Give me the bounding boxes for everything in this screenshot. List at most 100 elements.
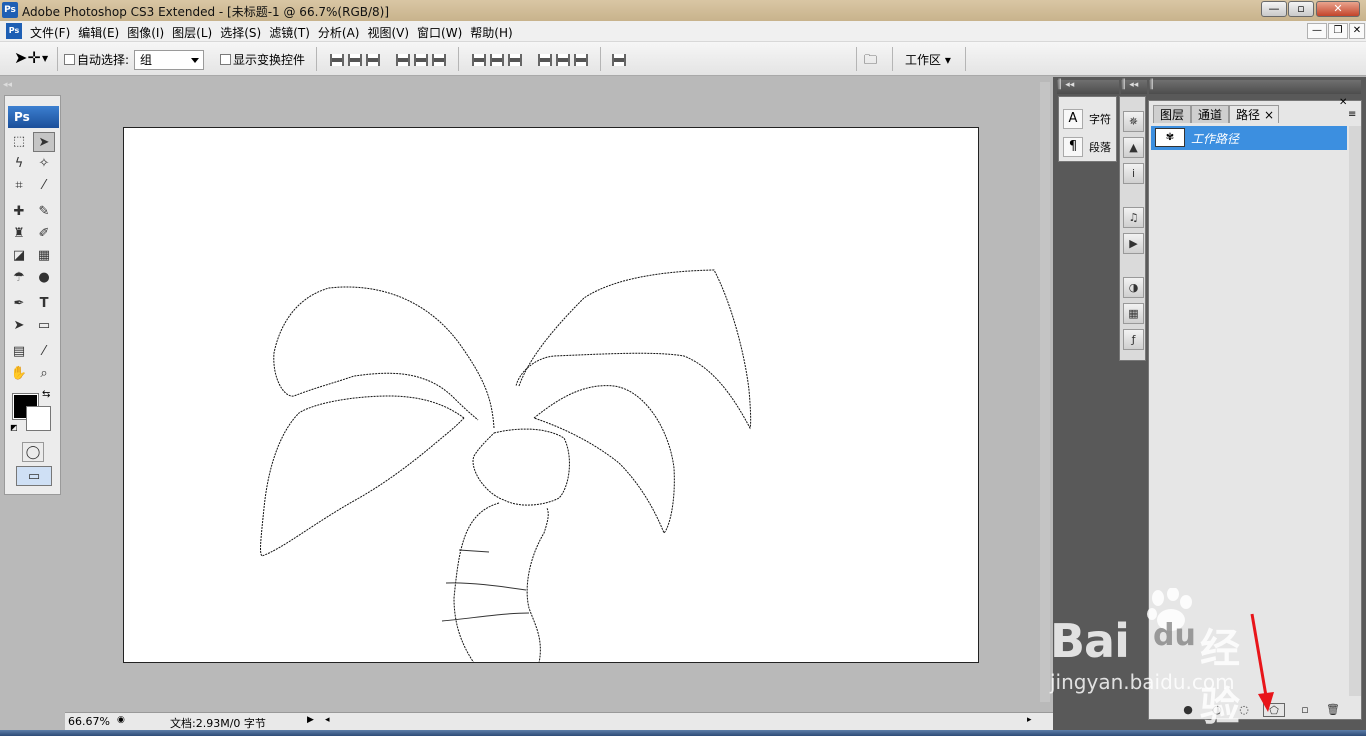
scroll-right-icon[interactable]: ▸: [1027, 715, 1032, 725]
notes-tool-icon[interactable]: ▤: [8, 342, 30, 362]
align-bottom-icon[interactable]: [366, 54, 380, 66]
slice-tool-icon[interactable]: ⁄: [33, 176, 55, 196]
histogram-icon[interactable]: ▲: [1123, 137, 1144, 158]
background-color-swatch[interactable]: [26, 406, 51, 431]
auto-select-checkbox[interactable]: [64, 54, 75, 65]
doc-minimize-button[interactable]: —: [1307, 23, 1327, 39]
align-right-icon[interactable]: [432, 54, 446, 66]
type-tool-icon[interactable]: T: [33, 294, 55, 314]
pen-tool-icon[interactable]: ✒: [8, 294, 30, 314]
marquee-tool-icon[interactable]: ⬚: [8, 132, 30, 152]
menu-image[interactable]: 图像(I): [127, 24, 172, 41]
zoom-level[interactable]: 66.67%: [68, 715, 110, 728]
path-row[interactable]: ✾ 工作路径: [1151, 126, 1347, 150]
panel-close-icon[interactable]: ✕: [1339, 97, 1347, 108]
document-canvas[interactable]: [123, 127, 979, 663]
tab-paths[interactable]: 路径 ×: [1229, 105, 1280, 124]
status-menu-arrow-icon[interactable]: ▶: [307, 715, 314, 725]
scroll-left-icon[interactable]: ◂: [325, 715, 330, 725]
tool-preset-chevron-icon[interactable]: ▼: [42, 54, 48, 63]
eyedropper-tool-icon[interactable]: ⁄: [33, 342, 55, 362]
distribute-hcenter-icon[interactable]: [556, 54, 570, 66]
menu-window[interactable]: 窗口(W): [417, 24, 470, 41]
quick-mask-icon[interactable]: ◯: [22, 442, 44, 462]
trash-icon[interactable]: 🗑: [1326, 703, 1340, 717]
hand-tool-icon[interactable]: ✋: [8, 364, 30, 384]
window-title: Adobe Photoshop CS3 Extended - [未标题-1 @ …: [22, 5, 390, 19]
bridge-icon[interactable]: 🗀: [864, 51, 877, 73]
healing-brush-tool-icon[interactable]: ✚: [8, 202, 30, 222]
magic-wand-tool-icon[interactable]: ✧: [33, 154, 55, 174]
align-left-icon[interactable]: [396, 54, 410, 66]
align-vcenter-icon[interactable]: [348, 54, 362, 66]
dodge-tool-icon[interactable]: ●: [33, 268, 55, 288]
show-transform-checkbox[interactable]: [220, 54, 231, 65]
history-brush-tool-icon[interactable]: ✐: [33, 224, 55, 244]
menu-select[interactable]: 选择(S): [220, 24, 269, 41]
brush-tool-icon[interactable]: ✎: [33, 202, 55, 222]
doc-restore-button[interactable]: ❐: [1328, 23, 1348, 39]
tab-channels[interactable]: 通道: [1191, 105, 1230, 123]
menu-help[interactable]: 帮助(H): [470, 24, 520, 41]
divider: [965, 47, 966, 71]
swatches-icon[interactable]: ▦: [1123, 303, 1144, 324]
document-icon[interactable]: Ps: [6, 23, 22, 39]
minimize-button[interactable]: —: [1261, 1, 1287, 17]
menu-filter[interactable]: 滤镜(T): [269, 24, 318, 41]
blur-tool-icon[interactable]: ☂: [8, 268, 30, 288]
collapse-arrows-icon[interactable]: ◂◂: [3, 80, 12, 90]
info-icon[interactable]: i: [1123, 163, 1144, 184]
panel-scrollbar[interactable]: [1349, 126, 1361, 696]
collapse-arrows-icon[interactable]: ║: [1149, 80, 1361, 94]
auto-select-dropdown[interactable]: 组: [134, 50, 204, 70]
navigator-icon[interactable]: ✵: [1123, 111, 1144, 132]
maximize-button[interactable]: ▫: [1288, 1, 1314, 17]
distribute-bottom-icon[interactable]: [508, 54, 522, 66]
menu-view[interactable]: 视图(V): [367, 24, 417, 41]
actions-icon[interactable]: ▶: [1123, 233, 1144, 254]
collapse-arrows-icon[interactable]: ║ ◂◂: [1121, 80, 1147, 94]
distribute-vcenter-icon[interactable]: [490, 54, 504, 66]
lasso-tool-icon[interactable]: ϟ: [8, 154, 30, 174]
align-top-icon[interactable]: [330, 54, 344, 66]
paragraph-panel-button[interactable]: ¶ 段落: [1063, 135, 1111, 159]
shape-tool-icon[interactable]: ▭: [33, 316, 55, 336]
panel-menu-icon[interactable]: ≡: [1348, 109, 1356, 120]
menu-layer[interactable]: 图层(L): [172, 24, 220, 41]
distribute-right-icon[interactable]: [574, 54, 588, 66]
swap-colors-icon[interactable]: ⇆: [42, 389, 50, 400]
close-button[interactable]: ✕: [1316, 1, 1360, 17]
annotation-arrow: [1250, 613, 1274, 712]
align-hcenter-icon[interactable]: [414, 54, 428, 66]
vertical-scrollbar[interactable]: [1040, 82, 1050, 702]
styles-icon[interactable]: ƒ: [1123, 329, 1144, 350]
default-colors-icon[interactable]: ◩: [10, 423, 18, 432]
auto-align-icon[interactable]: [612, 54, 626, 66]
crop-tool-icon[interactable]: ⌗: [8, 176, 30, 196]
close-icon[interactable]: ×: [1264, 106, 1274, 124]
path-selection-tool-icon[interactable]: ➤: [8, 316, 30, 336]
clone-stamp-tool-icon[interactable]: ♜: [8, 224, 30, 244]
menu-analysis[interactable]: 分析(A): [318, 24, 368, 41]
tab-layers[interactable]: 图层: [1153, 105, 1192, 123]
character-panel-button[interactable]: A 字符: [1063, 107, 1111, 131]
screen-mode-icon[interactable]: ▭: [16, 466, 52, 486]
color-icon[interactable]: ◑: [1123, 277, 1144, 298]
divider: [316, 47, 317, 71]
fill-path-icon[interactable]: ●: [1181, 703, 1195, 717]
menu-edit[interactable]: 编辑(E): [78, 24, 127, 41]
doc-close-button[interactable]: ✕: [1349, 23, 1365, 39]
zoom-tool-icon[interactable]: ⌕: [33, 364, 55, 384]
move-tool-icon[interactable]: ➤: [33, 132, 55, 152]
distribute-left-icon[interactable]: [538, 54, 552, 66]
status-info-icon[interactable]: ◉: [117, 715, 125, 725]
eraser-tool-icon[interactable]: ◪: [8, 246, 30, 266]
history-icon[interactable]: ♫: [1123, 207, 1144, 228]
distribute-top-icon[interactable]: [472, 54, 486, 66]
workspace-menu[interactable]: 工作区 ▾: [905, 51, 951, 68]
gradient-tool-icon[interactable]: ▦: [33, 246, 55, 266]
menu-file[interactable]: 文件(F): [30, 24, 78, 41]
collapse-arrows-icon[interactable]: ║ ◂◂: [1057, 80, 1119, 94]
move-tool-icon[interactable]: ➤✛: [14, 48, 41, 67]
new-path-icon[interactable]: ▫: [1298, 703, 1312, 717]
